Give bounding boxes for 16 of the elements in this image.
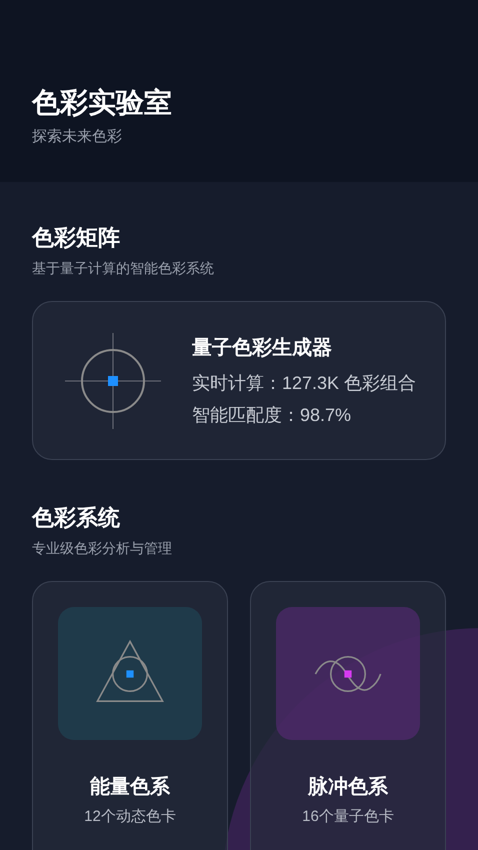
card-title: 脉冲色系 — [308, 774, 388, 800]
card-title: 能量色系 — [90, 775, 170, 800]
stat-text: 智能匹配度：98.7% — [192, 404, 352, 426]
section-title: 色彩矩阵 — [32, 224, 121, 252]
card-caption: 12个动态色卡 — [84, 807, 176, 827]
section-subtitle: 基于量子计算的智能色彩系统 — [32, 259, 215, 278]
section-subtitle: 专业级色彩分析与管理 — [32, 539, 173, 558]
page-subtitle: 探索未来色彩 — [32, 127, 123, 147]
page-title: 色彩实验室 — [32, 86, 173, 120]
color-system-card[interactable]: 能量色系 12个动态色卡 — [32, 581, 228, 850]
section-title: 色彩系统 — [32, 504, 121, 532]
card-title: 量子色彩生成器 — [192, 336, 333, 360]
stat-text: 实时计算：127.3K 色彩组合 — [192, 372, 416, 394]
crosshair-icon — [65, 332, 161, 428]
card-caption: 16个量子色卡 — [302, 807, 394, 827]
color-system-card[interactable]: 脉冲色系 16个量子色卡 — [250, 581, 446, 850]
